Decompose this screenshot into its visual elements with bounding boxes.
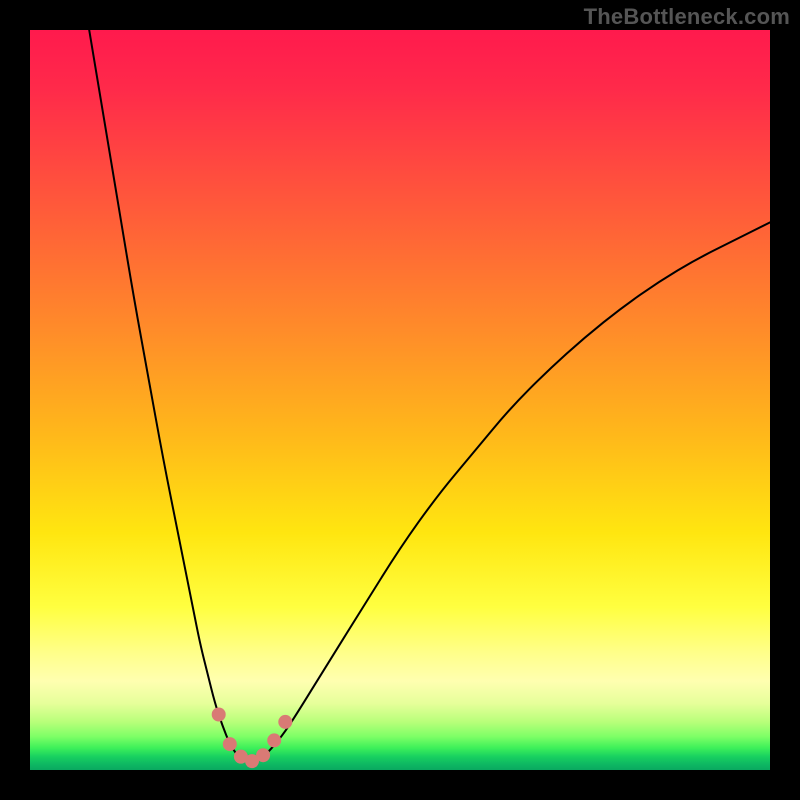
- watermark-text: TheBottleneck.com: [584, 4, 790, 30]
- plot-area: [30, 30, 770, 770]
- chart-frame: TheBottleneck.com: [0, 0, 800, 800]
- gradient-background: [30, 30, 770, 770]
